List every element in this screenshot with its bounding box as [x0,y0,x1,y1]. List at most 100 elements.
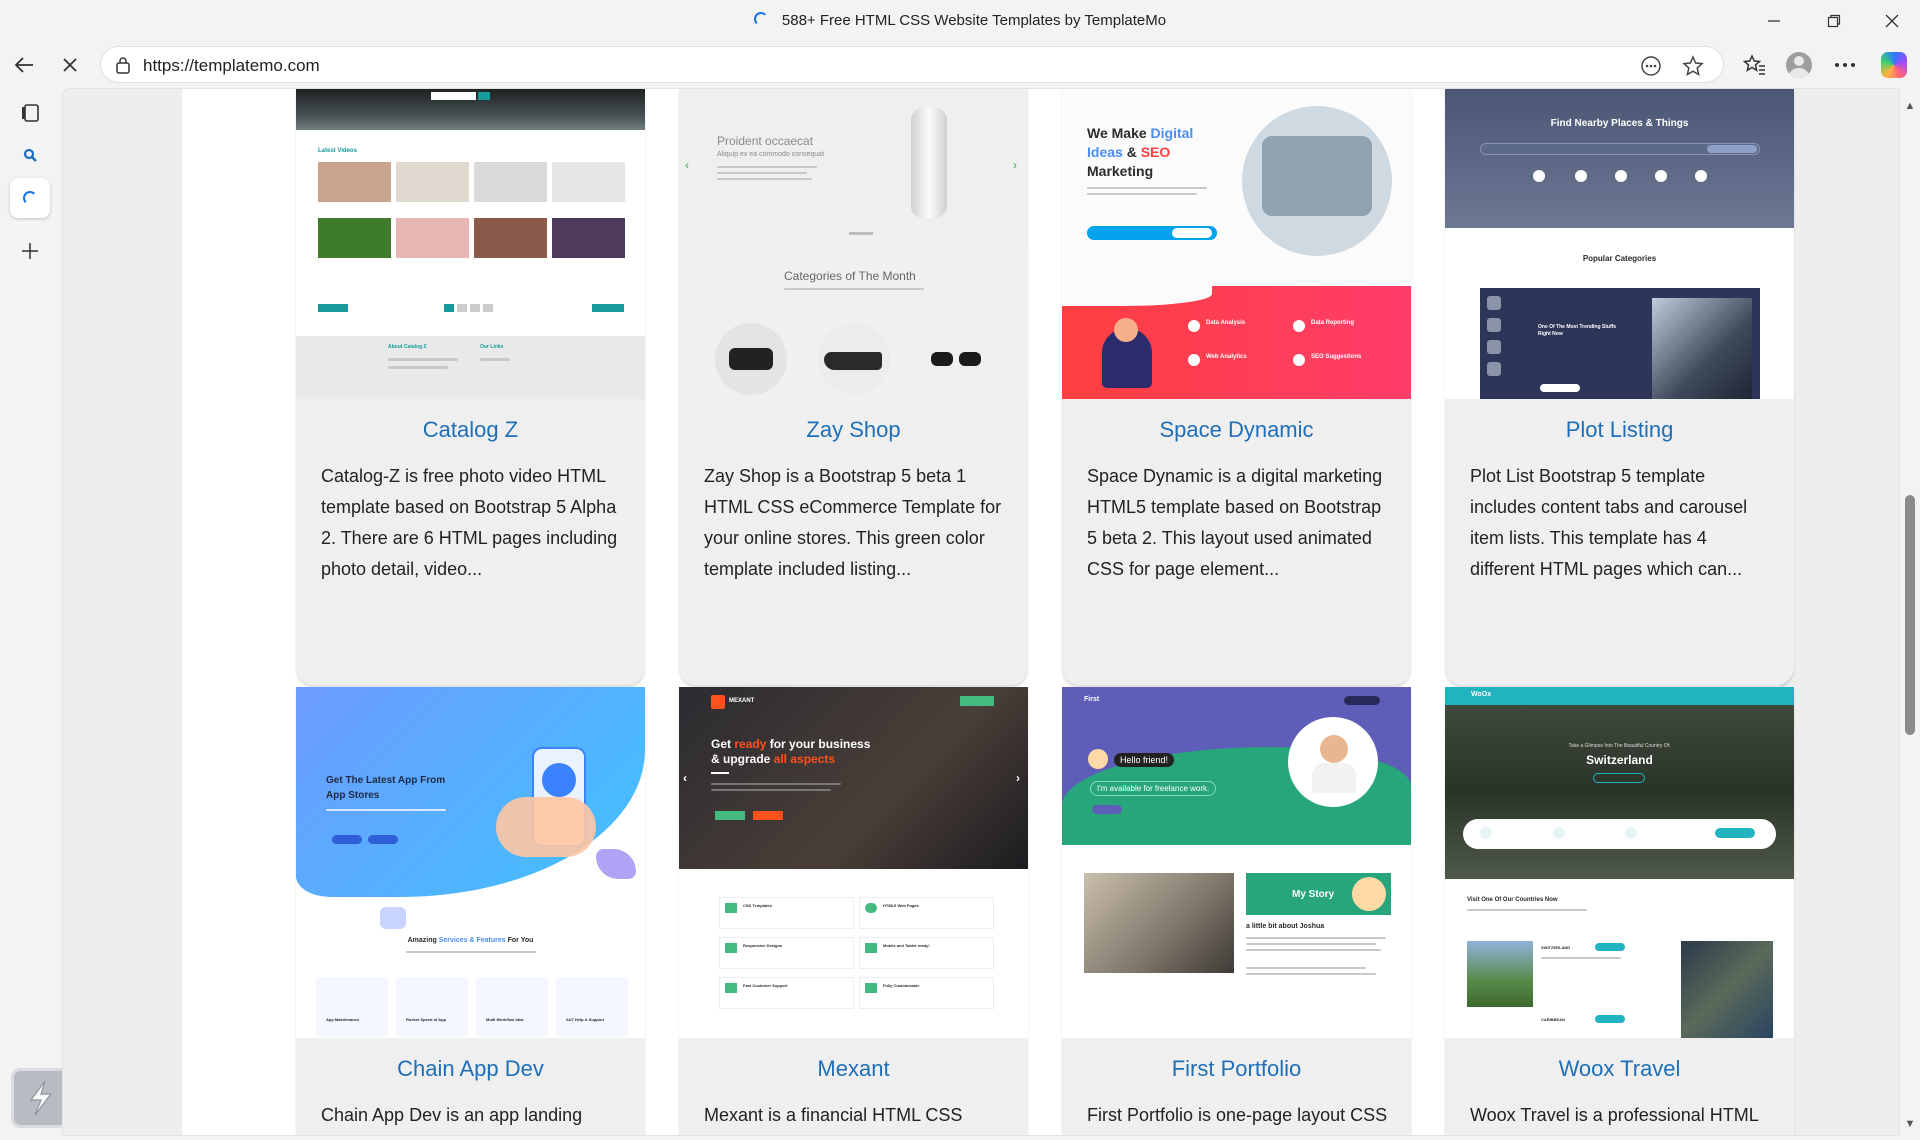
template-card[interactable]: Find Nearby Places & Things Popular Cate… [1445,89,1794,685]
scroll-thumb[interactable] [1905,495,1915,735]
page-viewport: Latest Videos About Catalog Z Our Links … [62,88,1900,1136]
stop-loading-button[interactable] [52,47,88,83]
zay-shop-thumbnail[interactable]: Proident occaecat Aliquip ex ea commodo … [679,89,1028,399]
loading-spinner-icon [753,12,768,26]
chain-app-dev-thumbnail[interactable]: Get The Latest App From App Stores Amazi… [296,687,645,1038]
favorites-icon [1743,54,1765,75]
avatar [1786,52,1812,78]
tab-actions-button[interactable] [10,93,50,133]
template-description: Zay Shop is a Bootstrap 5 beta 1 HTML CS… [704,466,1002,579]
template-card[interactable]: We Make Digital Ideas & SEO Marketing Da… [1062,89,1411,685]
catalog-z-thumbnail[interactable]: Latest Videos About Catalog Z Our Links [296,89,645,399]
template-card[interactable]: MEXANT Get ready for your business & upg… [679,687,1028,1135]
close-icon [1885,14,1899,27]
greeting-bubble: Hello friend! [1114,753,1175,767]
feature-item: CSS Templates [743,903,772,908]
hero-sub: Aliquip ex ea commodo consequat [717,151,825,158]
hero-country: Switzerland [1586,753,1653,767]
hero-line-2: Ideas & SEO [1087,144,1171,160]
add-favorite-button[interactable] [1679,52,1707,80]
settings-menu-button[interactable] [1827,47,1863,83]
freelance-bubble: I'm available for freelance work. [1090,781,1217,796]
template-card[interactable]: Proident occaecat Aliquip ex ea commodo … [679,89,1028,685]
feature-item: Responsive Designs [743,943,783,948]
minimize-button[interactable] [1746,0,1802,41]
categories-heading: Categories of The Month [784,269,916,283]
hero-line-2: & upgrade all aspects [711,752,836,766]
template-description: Space Dynamic is a digital marketing HTM… [1087,466,1383,579]
title-bar: 588+ Free HTML CSS Website Templates by … [0,0,1920,41]
url-text[interactable]: https://templatemo.com [143,56,320,76]
place-name: CARIBBEAN [1541,1017,1565,1022]
restore-button[interactable] [1806,0,1862,41]
template-title[interactable]: Catalog Z [296,417,645,447]
new-tab-button[interactable] [10,231,50,271]
brand-name: WoOx [1471,691,1492,698]
hero-heading: Get The Latest App From App Stores [326,775,446,801]
templatemo-tab[interactable] [10,178,50,218]
service-item: Data Analysis [1206,320,1246,326]
close-window-button[interactable] [1864,0,1920,41]
feature-item: 24/7 Help & Support [566,1017,605,1022]
lock-icon [116,57,130,74]
template-card[interactable]: First Hello friend! I'm available for fr… [1062,687,1411,1135]
feature-heading: One Of The Most Trending Stuffs Right No… [1538,324,1617,337]
feature-item: Mobile and Tablet ready! [883,943,930,948]
copilot-button[interactable] [1876,47,1912,83]
navigation-toolbar: https://templatemo.com [0,41,1920,88]
brand-name: MEXANT [729,698,755,704]
template-description: Plot List Bootstrap 5 template includes … [1470,466,1748,579]
section-heading: Popular Categories [1582,254,1657,263]
search-tab-button[interactable] [10,135,50,175]
feature-item: Rocket Speed of App [406,1017,447,1022]
feature-item: Fast Customer Support [743,983,788,988]
about-label: About Catalog Z [388,344,427,350]
feature-item: Multi Workflow Idea [486,1017,524,1022]
first-portfolio-thumbnail[interactable]: First Hello friend! I'm available for fr… [1062,687,1411,1038]
woox-travel-thumbnail[interactable]: WoOx Take a Glimpse Into The Beautiful C… [1445,687,1794,1038]
address-bar[interactable]: https://templatemo.com [100,46,1724,83]
ellipsis-circle-icon [1641,56,1661,76]
service-item: SEO Suggestions [1311,354,1362,360]
feature-item: Fully Customizable [883,983,920,988]
back-button[interactable] [6,47,42,83]
copilot-icon [1881,52,1907,78]
mexant-thumbnail[interactable]: MEXANT Get ready for your business & upg… [679,687,1028,1038]
template-title[interactable]: Chain App Dev [296,1056,645,1086]
vertical-scrollbar[interactable]: ▲ ▼ [1900,88,1920,1140]
about-label: a little bit about Joshua [1246,923,1325,930]
back-arrow-icon [14,57,33,73]
scroll-down-arrow-icon[interactable]: ▼ [1904,1118,1916,1130]
hero-line-3: Marketing [1087,163,1154,179]
section-heading: Visit One Of Our Countries Now [1467,897,1558,903]
template-title[interactable]: First Portfolio [1062,1056,1411,1086]
template-card[interactable]: WoOx Take a Glimpse Into The Beautiful C… [1445,687,1794,1135]
template-description: First Portfolio is one-page layout CSS [1087,1105,1388,1125]
story-label: My Story [1292,889,1335,900]
tabs-icon [22,104,39,122]
template-title[interactable]: Plot Listing [1445,417,1794,447]
templates-grid: Latest Videos About Catalog Z Our Links … [182,89,1794,1135]
template-card[interactable]: Latest Videos About Catalog Z Our Links … [296,89,645,685]
templatemo-tab-icon [23,191,37,205]
feature-item: App Maintenance [326,1017,360,1022]
template-card[interactable]: Get The Latest App From App Stores Amazi… [296,687,645,1135]
template-description: Catalog-Z is free photo video HTML templ… [321,466,618,579]
plot-listing-thumbnail[interactable]: Find Nearby Places & Things Popular Cate… [1445,89,1794,399]
place-name: SWITZERLAND [1541,945,1571,950]
hero-tag: Take a Glimpse Into The Beautiful Countr… [1568,743,1671,749]
template-title[interactable]: Mexant [679,1056,1028,1086]
hero-heading: Find Nearby Places & Things [1550,118,1689,129]
add-icon [22,243,38,259]
section-label: Latest Videos [318,148,357,154]
template-title[interactable]: Space Dynamic [1062,417,1411,447]
template-title[interactable]: Zay Shop [679,417,1028,447]
stop-icon [63,58,77,72]
template-title[interactable]: Woox Travel [1445,1056,1794,1086]
read-aloud-button[interactable] [1637,52,1665,80]
scroll-up-arrow-icon[interactable]: ▲ [1904,100,1916,112]
template-description: Chain App Dev is an app landing page [321,1105,583,1125]
profile-button[interactable] [1781,47,1817,83]
favorites-button[interactable] [1737,47,1773,83]
space-dynamic-thumbnail[interactable]: We Make Digital Ideas & SEO Marketing Da… [1062,89,1411,399]
